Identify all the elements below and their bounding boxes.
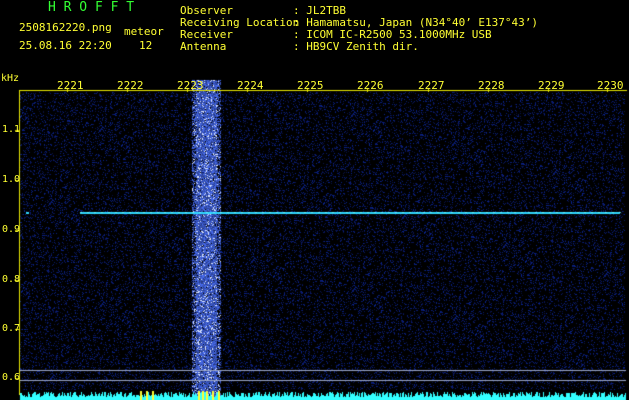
y-tick-label: 1.1 <box>2 124 21 135</box>
x-tick-label: 2223 <box>177 79 204 92</box>
y-tick-label: 1.0 <box>2 174 21 185</box>
y-tick-label: 0.9 <box>2 224 21 235</box>
x-tick-label: 2229 <box>538 79 565 92</box>
meteor-label: meteor <box>124 25 164 38</box>
antenna-label: Antenna <box>180 40 227 53</box>
y-axis-unit: kHz <box>1 73 20 84</box>
x-tick-label: 2228 <box>478 79 505 92</box>
antenna-value: : HB9CV Zenith dir. <box>293 40 419 53</box>
x-tick-label: 2230 <box>597 79 624 92</box>
x-tick-label: 2226 <box>357 79 384 92</box>
x-tick-label: 2224 <box>237 79 264 92</box>
y-tick-label: 0.7 <box>2 323 21 334</box>
app-title: H R O F F T <box>48 0 135 15</box>
x-tick-label: 2222 <box>117 79 144 92</box>
meteor-count: 12 <box>139 39 153 52</box>
file-name: 2508162220.png <box>19 21 112 34</box>
spectrogram-canvas <box>0 0 629 400</box>
x-tick-label: 2225 <box>297 79 324 92</box>
y-tick-label: 0.6 <box>2 372 21 383</box>
y-tick-label: 0.8 <box>2 274 21 285</box>
x-tick-label: 2221 <box>57 79 84 92</box>
capture-datetime: 25.08.16 22:20 <box>19 39 112 52</box>
x-tick-label: 2227 <box>418 79 445 92</box>
